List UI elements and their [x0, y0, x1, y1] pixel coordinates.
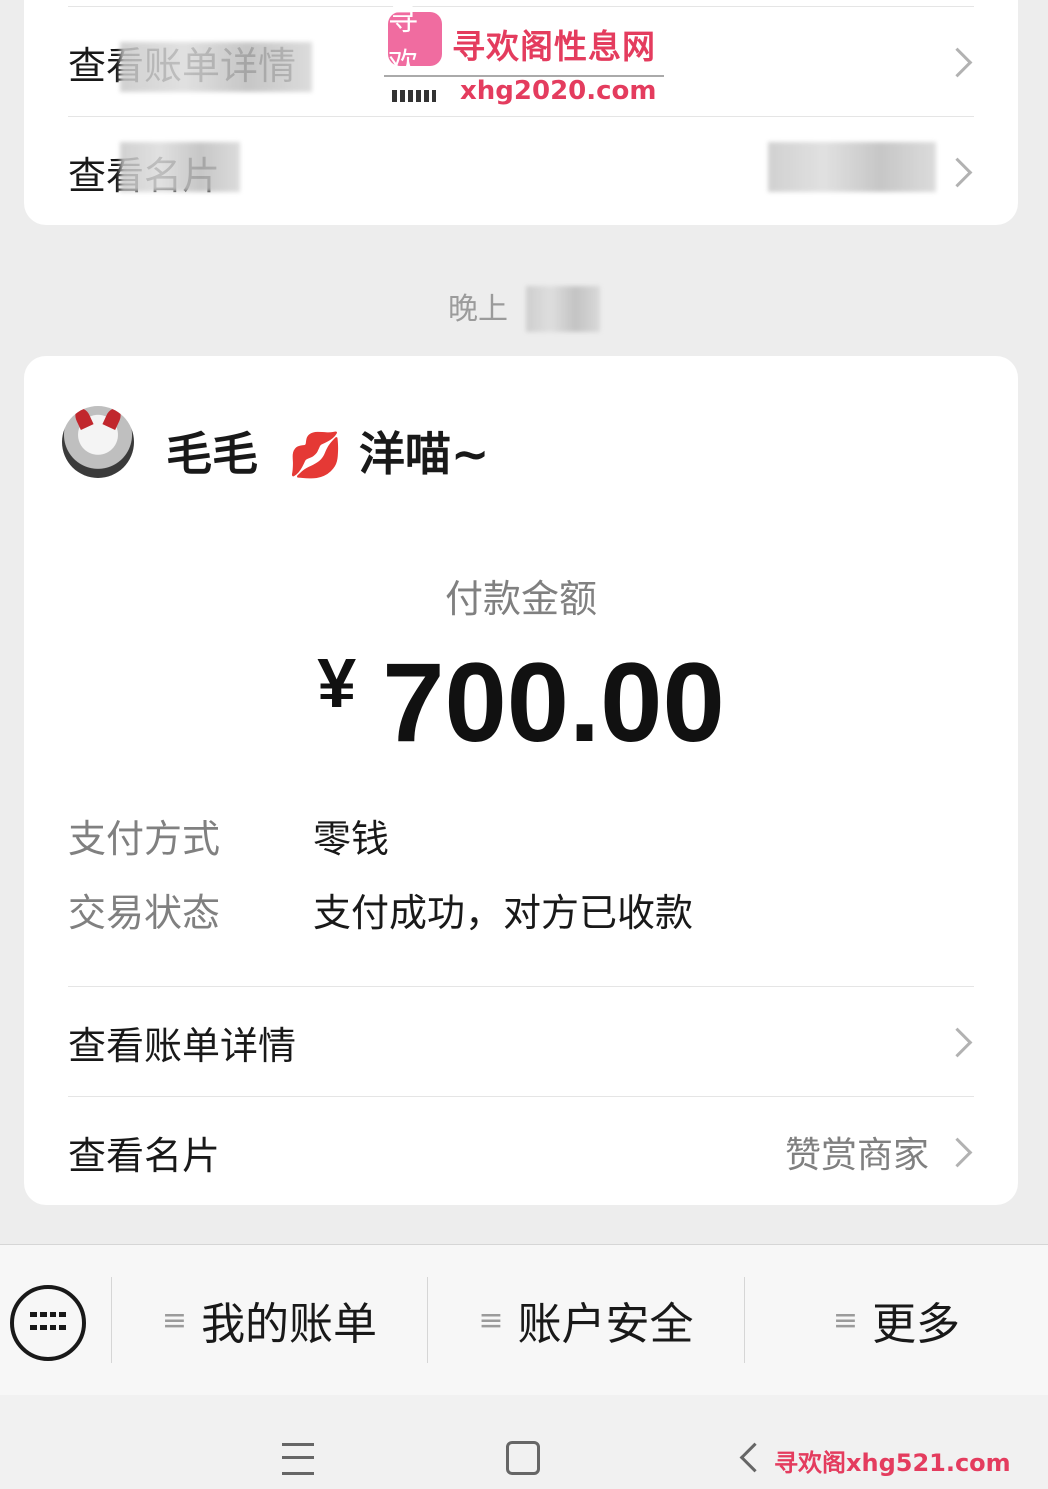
view-card-row[interactable]: 查看名片 赞赏商家 — [68, 1096, 974, 1207]
payer-name: 毛毛 — [166, 427, 258, 481]
view-bill-row[interactable]: 查看账单详情 — [68, 986, 974, 1097]
home-icon[interactable] — [506, 1441, 540, 1475]
payment-method: 支付方式 零钱 — [68, 808, 389, 863]
message-timestamp: 晚上 — [448, 284, 508, 328]
currency-symbol: ¥ — [317, 644, 357, 722]
merchant-type: 赞赏商家 — [784, 1135, 929, 1176]
menu-icon: ≡ — [478, 1302, 504, 1338]
bottom-menu-bar: ≡ 我的账单 ≡ 账户安全 ≡ 更多 — [0, 1244, 1048, 1396]
payee-name: 毛毛 💋 洋喵~ — [166, 418, 489, 484]
devil-horn-icon — [102, 406, 124, 431]
menu-icon: ≡ — [161, 1302, 188, 1338]
back-icon[interactable] — [739, 1442, 770, 1473]
avatar[interactable] — [62, 406, 134, 478]
recent-apps-icon[interactable] — [282, 1443, 314, 1475]
payment-method-value: 零钱 — [313, 817, 390, 861]
amount-value: 700.00 — [382, 640, 725, 765]
system-navigation-bar: 寻欢阁xhg521.com — [0, 1395, 1048, 1489]
payment-method-label: 支付方式 — [68, 817, 221, 861]
devil-horn-icon — [72, 406, 94, 431]
payment-detail-screen: 查看账单详情 查看名片 寻欢 寻欢阁性息网 xhg2020.com 晚上 毛毛 … — [0, 0, 1048, 1489]
merchant-name: 洋喵~ — [358, 427, 490, 481]
view-bill-label: 查看账单详情 — [68, 1023, 297, 1068]
privacy-blur — [120, 142, 240, 192]
lips-icon: 💋 — [288, 430, 343, 481]
menu-account-security[interactable]: ≡ 账户安全 — [428, 1277, 744, 1363]
keyboard-icon[interactable] — [10, 1285, 86, 1361]
menu-label: 更多 — [872, 1299, 961, 1350]
chevron-right-icon — [942, 1137, 973, 1167]
privacy-blur — [120, 42, 312, 92]
menu-my-bills[interactable]: ≡ 我的账单 — [112, 1277, 427, 1363]
watermark-text: 寻欢阁xhg521.com — [774, 1449, 1011, 1477]
arrow-icon — [392, 90, 436, 102]
payment-amount: ¥700.00 — [24, 638, 1018, 767]
payment-card: 毛毛 💋 洋喵~ 付款金额 ¥700.00 支付方式 零钱 交易状态 支付成功，… — [24, 356, 1018, 1205]
chevron-right-icon — [942, 1027, 973, 1057]
watermark-badge: 寻欢 — [388, 3, 442, 82]
watermark-url: xhg2020.com — [460, 76, 657, 106]
menu-label: 我的账单 — [201, 1299, 378, 1350]
watermark-title: 寻欢阁性息网 — [452, 27, 656, 66]
timestamp-text: 晚上 — [448, 292, 508, 327]
amount-title: 付款金额 — [444, 577, 597, 621]
menu-icon: ≡ — [832, 1302, 859, 1338]
privacy-blur — [768, 142, 936, 192]
chevron-right-icon — [942, 157, 973, 187]
chevron-right-icon — [942, 47, 973, 77]
transaction-status-value: 支付成功，对方已收款 — [313, 891, 694, 935]
menu-label: 账户安全 — [517, 1299, 694, 1350]
view-card-label: 查看名片 — [68, 1133, 221, 1178]
menu-more[interactable]: ≡ 更多 — [745, 1277, 1048, 1363]
transaction-status: 交易状态 支付成功，对方已收款 — [68, 882, 693, 937]
watermark-logo: 寻欢 寻欢阁性息网 xhg2020.com — [384, 3, 664, 106]
transaction-status-label: 交易状态 — [68, 891, 221, 935]
privacy-blur — [526, 286, 600, 332]
